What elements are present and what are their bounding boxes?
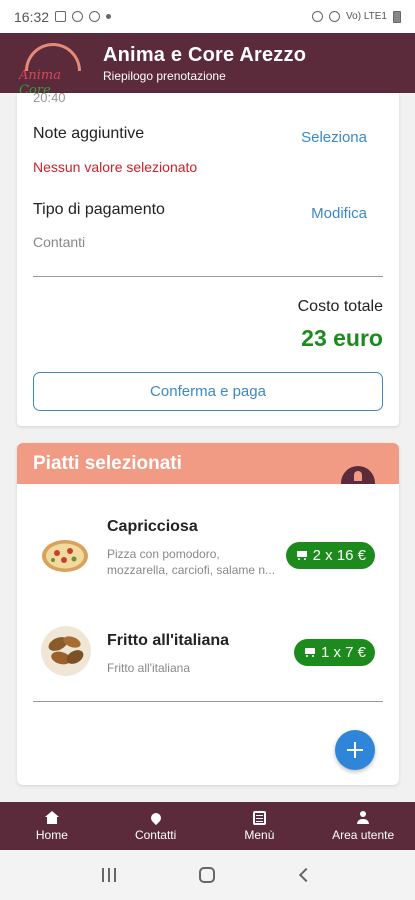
fried-food-image <box>41 626 91 676</box>
signal-label: Vo) LTE1 <box>346 11 387 22</box>
nav-item-menu[interactable]: Menù <box>208 802 312 850</box>
divider <box>33 276 383 277</box>
nav-item-user-area[interactable]: Area utente <box>311 802 415 850</box>
more-notifications-icon <box>106 14 112 19</box>
notes-select-button[interactable]: Seleziona <box>301 129 367 146</box>
user-icon <box>356 810 370 825</box>
payment-value: Contanti <box>33 234 86 250</box>
add-dish-button[interactable] <box>335 730 375 770</box>
status-time: 16:32 <box>14 8 50 25</box>
nav-item-label: Area utente <box>332 827 395 842</box>
pizza-image <box>42 540 88 572</box>
walk-notification-icon <box>72 11 84 22</box>
notes-label: Note aggiuntive <box>33 125 145 142</box>
page-subtitle: Riepilogo prenotazione <box>103 68 226 83</box>
back-button[interactable] <box>294 863 318 887</box>
nav-item-label: Contatti <box>134 827 177 842</box>
app-notification-icon <box>89 11 101 22</box>
wifi-icon <box>329 11 341 22</box>
payment-label: Tipo di pagamento <box>33 201 165 218</box>
nav-item-label: Menù <box>244 827 275 842</box>
dish-quantity-price: 1 x 7 € <box>320 644 366 661</box>
dish-quantity-price-badge[interactable]: 1 x 7 € <box>293 639 375 666</box>
selected-dishes-title: Piatti selezionati <box>33 452 182 474</box>
dish-description: Pizza con pomodoro, mozzarella, carciofi… <box>107 547 276 577</box>
back-chevron-icon <box>298 867 313 883</box>
total-value: 23 euro <box>301 325 383 351</box>
confirm-and-pay-button[interactable]: Conferma e paga <box>33 372 383 411</box>
restaurant-emblem-icon <box>341 466 375 484</box>
page-title: Anima e Core Arezzo <box>103 43 307 66</box>
notes-value: Nessun valore selezionato <box>33 159 198 175</box>
reservation-summary-card: 20:40 Note aggiuntive Seleziona Nessun v… <box>17 90 399 426</box>
system-navigation-bar <box>0 850 415 900</box>
nav-item-home[interactable]: Home <box>0 802 104 850</box>
selected-dishes-header: Piatti selezionati <box>17 443 399 484</box>
image-notification-icon <box>55 11 67 22</box>
total-label: Costo totale <box>297 298 383 315</box>
selected-dishes-card: Piatti selezionati Capricciosa Pizza con… <box>17 443 399 785</box>
recents-icon <box>102 868 117 882</box>
restaurant-logo: Anima Core <box>17 38 89 98</box>
payment-edit-button[interactable]: Modifica <box>311 205 367 222</box>
divider <box>33 701 383 702</box>
dish-quantity-price: 2 x 16 € <box>312 547 366 564</box>
cart-icon <box>295 550 308 561</box>
dish-description: Fritto all'italiana <box>107 661 190 675</box>
dish-name: Fritto all'italiana <box>107 632 230 649</box>
location-pin-icon <box>148 810 163 825</box>
alarm-icon <box>312 11 324 22</box>
nav-item-contacts[interactable]: Contatti <box>104 802 208 850</box>
system-home-button[interactable] <box>195 863 219 887</box>
bottom-navigation: Home Contatti Menù Area utente <box>0 802 415 850</box>
nav-item-label: Home <box>35 827 68 842</box>
status-bar: 16:32 Vo) LTE1 <box>0 0 415 33</box>
menu-icon <box>252 810 266 825</box>
dish-name: Capricciosa <box>107 518 198 535</box>
cart-icon <box>303 647 316 658</box>
app-header: Anima Core Anima e Core Arezzo Riepilogo… <box>0 33 415 98</box>
dish-quantity-price-badge[interactable]: 2 x 16 € <box>285 542 375 569</box>
recents-button[interactable] <box>97 863 121 887</box>
logo-arc-icon <box>25 43 81 71</box>
circle-home-icon <box>199 867 216 883</box>
reservation-time-value: 20:40 <box>33 90 66 105</box>
battery-icon <box>393 10 401 23</box>
home-icon <box>44 810 59 825</box>
